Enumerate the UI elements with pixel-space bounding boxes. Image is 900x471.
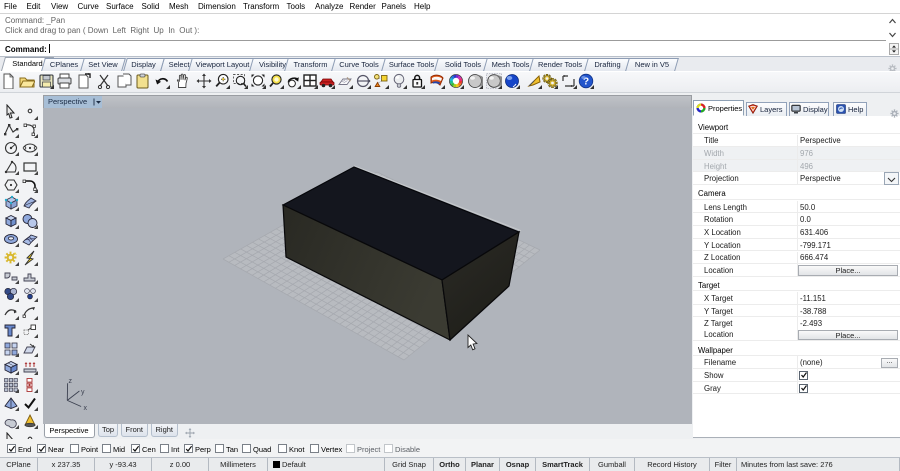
svg-text:y: y <box>81 389 85 396</box>
svg-text:z: z <box>69 378 73 385</box>
svg-text:x: x <box>84 405 88 412</box>
